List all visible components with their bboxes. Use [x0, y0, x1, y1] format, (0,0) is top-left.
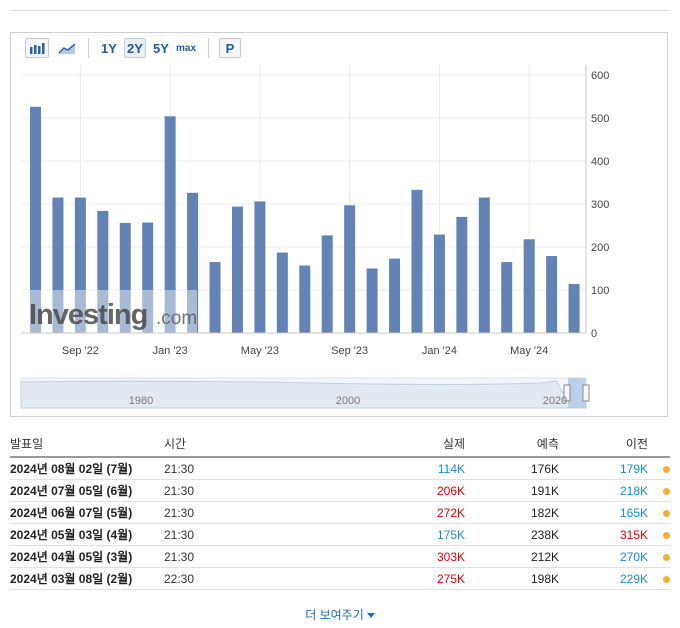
header-forecast: 예측 [465, 430, 559, 458]
events-table: 발표일 시간 실제 예측 이전 2024년 08월 02일 (7월) 21:30 1… [10, 430, 670, 590]
status-dot-icon [663, 509, 670, 517]
header-actual: 실제 [244, 430, 465, 458]
time-cell: 21:30 [164, 501, 244, 524]
bar [366, 268, 378, 333]
x-tick-label: Jan '24 [422, 345, 457, 357]
y-tick-label: 200 [591, 242, 609, 254]
date-cell: 2024년 07월 05일 (6월) [10, 479, 164, 502]
previous-cell: 229K [559, 567, 648, 590]
status-dot-icon [663, 575, 670, 583]
navigator-right-handle [582, 384, 590, 402]
table-header-row: 발표일 시간 실제 예측 이전 [10, 430, 670, 458]
importance-cell [648, 479, 670, 502]
importance-cell [648, 523, 670, 546]
bar [254, 201, 266, 333]
bar [433, 234, 445, 333]
top-divider [10, 10, 670, 11]
table-row: 2024년 03월 08일 (2월) 22:30 275K 198K 229K [10, 567, 670, 590]
previous-cell: 165K [559, 501, 648, 524]
bar [523, 239, 535, 333]
header-spacer [648, 430, 670, 458]
status-dot-icon [663, 531, 670, 539]
watermark-logo-suffix: .com [156, 308, 197, 329]
y-tick-label: 500 [591, 113, 609, 125]
table-row: 2024년 08월 02일 (7월) 21:30 114K 176K 179K [10, 457, 670, 480]
show-more-button[interactable]: 더 보여주기 [0, 606, 680, 623]
importance-cell [648, 567, 670, 590]
bar [546, 256, 558, 333]
x-tick-label: May '24 [510, 345, 548, 357]
bar [276, 252, 288, 333]
y-tick-label: 400 [591, 156, 609, 168]
time-cell: 21:30 [164, 523, 244, 546]
previous-cell: 179K [559, 457, 648, 480]
header-previous: 이전 [559, 430, 648, 458]
bar [389, 258, 401, 333]
x-tick-label: Jan '23 [153, 345, 188, 357]
chart-container: 1Y 2Y 5Y max P Investing .com 0 100 200 300 40… [10, 32, 668, 417]
time-cell: 21:30 [164, 545, 244, 568]
forecast-cell: 238K [465, 523, 559, 546]
actual-cell: 206K [244, 479, 465, 502]
chart-svg: Investing .com 0 100 200 300 400 500 600 Sep '22 J… [20, 65, 609, 409]
date-cell: 2024년 08월 02일 (7월) [10, 457, 164, 480]
show-more-label: 더 보여주기 [305, 608, 364, 622]
y-tick-label: 600 [591, 70, 609, 82]
actual-cell: 114K [244, 457, 465, 480]
date-cell: 2024년 05월 03일 (4월) [10, 523, 164, 546]
actual-cell: 303K [244, 545, 465, 568]
forecast-cell: 182K [465, 501, 559, 524]
importance-cell [648, 457, 670, 480]
bar [321, 235, 333, 333]
date-cell: 2024년 04월 05일 (3월) [10, 545, 164, 568]
y-tick-label: 0 [591, 328, 597, 340]
forecast-cell: 191K [465, 479, 559, 502]
table-row: 2024년 04월 05일 (3월) 21:30 303K 212K 270K [10, 545, 670, 568]
navigator-year-label: 2000 [336, 395, 360, 407]
bar [299, 265, 311, 333]
date-cell: 2024년 03월 08일 (2월) [10, 567, 164, 590]
status-dot-icon [663, 553, 670, 561]
watermark-logo: Investing [29, 299, 147, 331]
status-dot-icon [663, 465, 670, 473]
bar [456, 216, 468, 333]
y-tick-label: 300 [591, 199, 609, 211]
previous-cell: 315K [559, 523, 648, 546]
table-row: 2024년 05월 03일 (4월) 21:30 175K 238K 315K [10, 523, 670, 546]
forecast-cell: 212K [465, 545, 559, 568]
bar [344, 205, 356, 333]
x-tick-label: Sep '22 [62, 345, 99, 357]
header-time: 시간 [164, 430, 244, 458]
bar [501, 262, 513, 333]
previous-cell: 270K [559, 545, 648, 568]
status-dot-icon [663, 487, 670, 495]
bar [231, 206, 243, 333]
importance-cell [648, 501, 670, 524]
previous-cell: 218K [559, 479, 648, 502]
header-date: 발표일 [10, 430, 164, 458]
bar [568, 283, 580, 333]
date-cell: 2024년 06월 07일 (5월) [10, 501, 164, 524]
bar [209, 262, 221, 333]
x-tick-label: Sep '23 [331, 345, 368, 357]
x-tick-label: May '23 [241, 345, 279, 357]
navigator-year-label: 2020 [543, 395, 567, 407]
table-row: 2024년 06월 07일 (5월) 21:30 272K 182K 165K [10, 501, 670, 524]
actual-cell: 272K [244, 501, 465, 524]
navigator-year-label: 1980 [129, 395, 153, 407]
table-row: 2024년 07월 05일 (6월) 21:30 206K 191K 218K [10, 479, 670, 502]
forecast-cell: 176K [465, 457, 559, 480]
actual-cell: 175K [244, 523, 465, 546]
bar [478, 197, 490, 333]
forecast-cell: 198K [465, 567, 559, 590]
time-cell: 22:30 [164, 567, 244, 590]
time-cell: 21:30 [164, 457, 244, 480]
actual-cell: 275K [244, 567, 465, 590]
y-tick-label: 100 [591, 285, 609, 297]
importance-cell [648, 545, 670, 568]
bar [411, 189, 423, 333]
chevron-down-icon [366, 613, 375, 619]
time-cell: 21:30 [164, 479, 244, 502]
